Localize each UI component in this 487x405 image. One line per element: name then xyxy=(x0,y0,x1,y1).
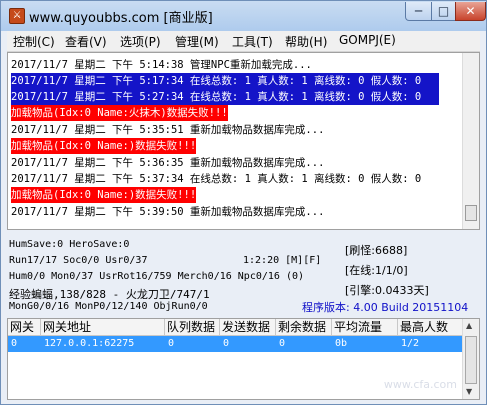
watermark: www.cfa.com xyxy=(383,378,457,391)
col-address[interactable]: 网关地址 xyxy=(41,319,165,336)
minimize-button[interactable]: ─ xyxy=(405,2,432,21)
log-line: 2017/11/7 星期二 下午 5:37:34 在线总数: 1 真人数: 1 … xyxy=(11,173,422,185)
cell-address: 127.0.0.1:62275 xyxy=(44,338,135,349)
stat-monster: 经验蝙蝠,138/828 - 火龙刀卫/747/1 xyxy=(9,288,210,301)
gateway-table[interactable]: 网关 网关地址 队列数据 发送数据 剩余数据 平均流量 最高人数 0 127.0… xyxy=(7,318,480,400)
maximize-button[interactable]: □ xyxy=(431,2,456,21)
stat-online: [在线:1/1/0] xyxy=(345,264,408,277)
col-max-users[interactable]: 最高人数 xyxy=(398,319,463,336)
app-icon: ⚔ xyxy=(9,8,25,24)
table-scrollbar-thumb[interactable] xyxy=(465,336,477,384)
log-line: 2017/11/7 星期二 下午 5:36:35 重新加载物品数据库完成... xyxy=(11,157,325,169)
menu-gompj[interactable]: GOMPJ(E) xyxy=(339,33,396,47)
window-title: www.quyoubbs.com [商业版] xyxy=(29,11,213,26)
cell-avg-traffic: 0b xyxy=(335,338,348,349)
log-line-error: 加载物品(Idx:0 Name:)数据失败!!! xyxy=(11,138,197,154)
menu-tools[interactable]: 工具(T) xyxy=(232,33,273,50)
col-sent[interactable]: 发送数据 xyxy=(220,319,276,336)
stat-refresh: [刷怪:6688] xyxy=(345,244,408,257)
log-line: 2017/11/7 星期二 下午 5:35:51 重新加载物品数据库完成... xyxy=(11,124,325,136)
server-window: ⚔ www.quyoubbs.com [商业版] ─ □ ✕ 控制(C) 查看(… xyxy=(0,0,487,405)
log-scrollbar-thumb[interactable] xyxy=(465,205,477,221)
stat-save: HumSave:0 HeroSave:0 xyxy=(9,239,130,250)
version-label: 程序版本: 4.00 Build 20151104 xyxy=(302,301,469,314)
stats-panel: HumSave:0 HeroSave:0 Run17/17 Soc0/0 Usr… xyxy=(7,233,480,315)
table-scrollbar[interactable]: ▲ ▼ xyxy=(462,319,479,399)
cell-remaining: 0 xyxy=(279,338,286,349)
cell-gateway: 0 xyxy=(11,338,18,349)
log-line: 2017/11/7 星期二 下午 5:39:50 重新加载物品数据库完成... xyxy=(11,206,325,218)
log-line-error: 加载物品(Idx:0 Name:)数据失败!!! xyxy=(11,187,197,203)
stat-objects: Hum0/0 Mon0/37 UsrRot16/759 Merch0/16 Np… xyxy=(9,271,305,282)
menu-help[interactable]: 帮助(H) xyxy=(285,33,327,50)
cell-queue: 0 xyxy=(168,338,175,349)
col-avg-traffic[interactable]: 平均流量 xyxy=(332,319,398,336)
log-scrollbar[interactable] xyxy=(462,53,479,229)
col-remaining[interactable]: 剩余数据 xyxy=(276,319,332,336)
menu-view[interactable]: 查看(V) xyxy=(65,33,107,50)
stat-engine: [引擎:0.0433天] xyxy=(345,284,429,297)
menu-bar: 控制(C) 查看(V) 选项(P) 管理(M) 工具(T) 帮助(H) GOMP… xyxy=(7,31,480,52)
col-queue[interactable]: 队列数据 xyxy=(165,319,220,336)
log-line-error: 加载物品(Idx:0 Name:火抹木)数据失败!!! xyxy=(11,105,228,121)
stat-run: Run17/17 Soc0/0 Usr0/37 xyxy=(9,255,148,266)
menu-control[interactable]: 控制(C) xyxy=(13,33,55,50)
log-panel[interactable]: 2017/11/7 星期二 下午 5:14:38 管理NPC重新加载完成... … xyxy=(7,52,480,230)
stat-mon: MonG0/0/16 MonP0/12/140 ObjRun0/0 xyxy=(9,301,208,312)
log-line-selected: 2017/11/7 星期二 下午 5:27:34 在线总数: 1 真人数: 1 … xyxy=(11,89,439,105)
stat-time: 1:2:20 [M][F] xyxy=(243,255,322,266)
scroll-down-icon[interactable]: ▼ xyxy=(466,387,472,396)
scroll-up-icon[interactable]: ▲ xyxy=(466,321,472,330)
menu-manage[interactable]: 管理(M) xyxy=(175,33,219,50)
cell-sent: 0 xyxy=(223,338,230,349)
menu-options[interactable]: 选项(P) xyxy=(120,33,161,50)
cell-max-users: 1/2 xyxy=(401,338,420,349)
title-bar[interactable]: ⚔ www.quyoubbs.com [商业版] ─ □ ✕ xyxy=(1,1,486,31)
close-button[interactable]: ✕ xyxy=(455,2,486,21)
col-gateway[interactable]: 网关 xyxy=(8,319,41,336)
log-line-selected: 2017/11/7 星期二 下午 5:17:34 在线总数: 1 真人数: 1 … xyxy=(11,73,439,89)
log-line: 2017/11/7 星期二 下午 5:14:38 管理NPC重新加载完成... xyxy=(11,59,312,71)
